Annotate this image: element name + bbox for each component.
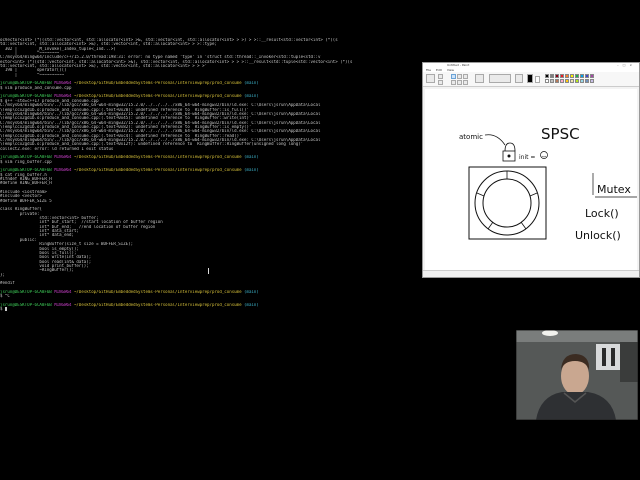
palette-swatch[interactable] bbox=[575, 74, 579, 78]
prompt-path: ~/Desktop/GitHub/EmbeddedSystems-Persona… bbox=[73, 81, 242, 86]
pencil-tool-icon[interactable] bbox=[451, 74, 456, 79]
palette-swatch[interactable] bbox=[545, 79, 549, 83]
palette-swatch[interactable] bbox=[580, 74, 584, 78]
palette-swatch[interactable] bbox=[565, 79, 569, 83]
terminal-output: ocVector<int> (*)(std::vector<int, std::… bbox=[0, 38, 420, 312]
unlock-label: Unlock() bbox=[575, 229, 621, 242]
mutex-label: Mutex bbox=[597, 183, 631, 196]
prompt-sys: MINGW64 bbox=[54, 168, 72, 173]
color2-swatch[interactable] bbox=[535, 76, 540, 83]
webcam-person-image bbox=[516, 330, 638, 420]
picker-tool-icon[interactable] bbox=[457, 80, 462, 85]
palette-swatch[interactable] bbox=[545, 74, 549, 78]
palette-swatch[interactable] bbox=[585, 74, 589, 78]
drawing-title: SPSC bbox=[541, 125, 580, 143]
palette-swatch[interactable] bbox=[550, 74, 554, 78]
palette-swatch[interactable] bbox=[590, 79, 594, 83]
palette-swatch[interactable] bbox=[555, 79, 559, 83]
brush-tool-icon[interactable] bbox=[475, 74, 484, 83]
palette-swatch[interactable] bbox=[585, 79, 589, 83]
prompt-branch: (main) bbox=[244, 155, 259, 160]
ring-buffer-box bbox=[468, 166, 547, 240]
text-cursor-icon bbox=[4, 307, 8, 312]
fill-tool-icon[interactable] bbox=[457, 74, 462, 79]
prompt-branch: (main) bbox=[244, 289, 259, 294]
init-label: init = bbox=[519, 154, 535, 161]
prompt-branch: (main) bbox=[244, 168, 259, 173]
palette-swatch[interactable] bbox=[580, 79, 584, 83]
atomic-label: atomic bbox=[459, 133, 483, 141]
rotate-tool-icon[interactable] bbox=[438, 80, 443, 85]
prompt-sys: MINGW64 bbox=[54, 289, 72, 294]
prompt-path: ~/Desktop/GitHub/EmbeddedSystems-Persona… bbox=[73, 168, 242, 173]
atomic-arrow bbox=[484, 134, 506, 146]
window-controls[interactable]: –□× bbox=[617, 63, 636, 68]
text-tool-icon[interactable] bbox=[463, 74, 468, 79]
ring-outer-circle bbox=[474, 170, 540, 236]
prompt-user: jsrun@DESKTOP-6CA8F6B bbox=[0, 302, 52, 307]
prompt-branch: (main) bbox=[244, 94, 259, 99]
magnifier-tool-icon[interactable] bbox=[463, 80, 468, 85]
paint-canvas[interactable]: SPSC atomic init = Mutex Lock() Unlock() bbox=[425, 89, 637, 271]
palette-swatch[interactable] bbox=[560, 79, 564, 83]
lock-label: Lock() bbox=[585, 207, 619, 220]
prompt-branch: (main) bbox=[244, 302, 259, 307]
palette-swatch[interactable] bbox=[575, 79, 579, 83]
crop-tool-icon[interactable] bbox=[438, 74, 443, 79]
size-tool-icon[interactable] bbox=[515, 74, 523, 83]
palette-swatch[interactable] bbox=[550, 79, 554, 83]
palette-swatch[interactable] bbox=[565, 74, 569, 78]
padlock-icon bbox=[502, 142, 516, 162]
palette-swatch[interactable] bbox=[570, 79, 574, 83]
webcam-feed bbox=[516, 330, 638, 420]
palette-swatch[interactable] bbox=[590, 74, 594, 78]
paint-ribbon bbox=[423, 72, 639, 87]
palette-swatch[interactable] bbox=[570, 74, 574, 78]
ring-inner-circle bbox=[482, 178, 532, 228]
paint-title-bar: Untitled - Paint –□× bbox=[423, 63, 639, 68]
prompt-sys: MINGW64 bbox=[54, 155, 72, 160]
prompt-branch: (main) bbox=[244, 81, 259, 86]
prompt-path: ~/Desktop/GitHub/EmbeddedSystems-Persona… bbox=[73, 289, 242, 294]
paint-window[interactable]: Untitled - Paint –□× File Edit View SPSC… bbox=[422, 62, 640, 278]
mouse-ibeam-cursor-icon bbox=[208, 268, 209, 274]
prompt-path: ~/Desktop/GitHub/EmbeddedSystems-Persona… bbox=[73, 302, 242, 307]
prompt-path: ~/Desktop/GitHub/EmbeddedSystems-Persona… bbox=[73, 94, 242, 99]
smiley-icon bbox=[540, 151, 548, 159]
whiteboard-drawing: SPSC atomic init = Mutex Lock() Unlock() bbox=[459, 125, 637, 242]
color1-swatch[interactable] bbox=[527, 74, 533, 83]
paint-status-bar bbox=[423, 270, 639, 277]
terminal-window[interactable]: ocVector<int> (*)(std::vector<int, std::… bbox=[0, 38, 420, 383]
close-icon[interactable]: × bbox=[629, 63, 636, 67]
terminal-input-line: $ bbox=[0, 307, 420, 312]
prompt-sys: MINGW64 bbox=[54, 302, 72, 307]
select-tool-icon[interactable] bbox=[426, 74, 435, 83]
shapes-gallery-icon[interactable] bbox=[489, 74, 511, 83]
prompt-path: ~/Desktop/GitHub/EmbeddedSystems-Persona… bbox=[73, 155, 242, 160]
eraser-tool-icon[interactable] bbox=[451, 80, 456, 85]
ring-segment-dividers bbox=[476, 171, 538, 230]
palette-swatch[interactable] bbox=[560, 74, 564, 78]
paint-window-title: Untitled - Paint bbox=[447, 63, 470, 67]
palette-swatch[interactable] bbox=[555, 74, 559, 78]
